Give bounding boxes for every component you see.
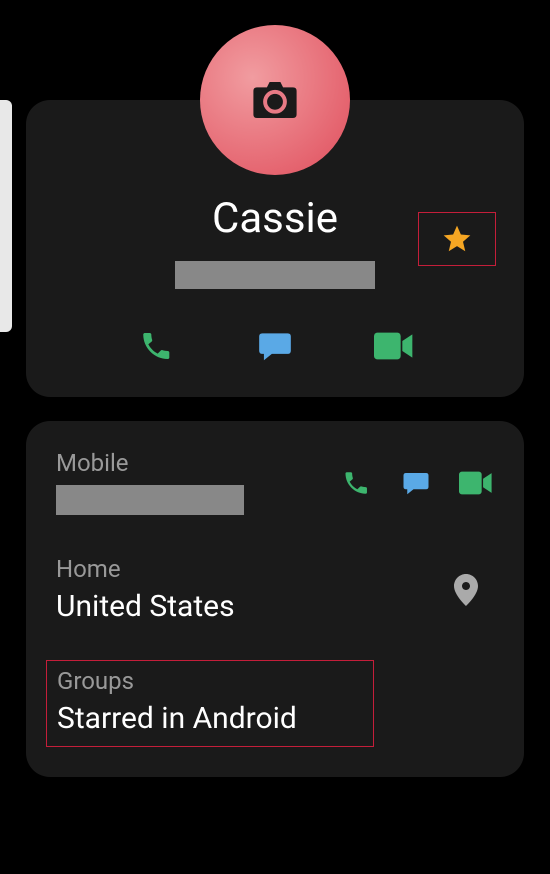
phone-icon: [139, 329, 173, 363]
video-call-button[interactable]: [373, 325, 415, 367]
redacted-mobile-number: [56, 485, 244, 515]
star-icon[interactable]: [441, 223, 473, 255]
home-section: Home United States: [56, 555, 494, 624]
contact-details-card: Mobile Home Un: [26, 421, 524, 777]
mobile-message-button[interactable]: [398, 465, 434, 501]
mobile-video-button[interactable]: [458, 465, 494, 501]
groups-label: Groups: [57, 667, 363, 695]
message-button[interactable]: [254, 325, 296, 367]
location-pin-icon: [454, 574, 478, 606]
mobile-call-button[interactable]: [338, 465, 374, 501]
camera-icon: [253, 82, 297, 118]
redacted-secondary-text: [175, 261, 375, 289]
favorite-highlight-box: [418, 212, 496, 266]
message-icon: [401, 468, 431, 498]
call-button[interactable]: [135, 325, 177, 367]
video-icon: [459, 471, 493, 495]
groups-value: Starred in Android: [57, 701, 363, 736]
contact-actions-row: [56, 317, 494, 367]
phone-icon: [342, 469, 370, 497]
contact-header-card: Cassie: [26, 100, 524, 397]
location-button[interactable]: [450, 570, 482, 610]
mobile-section: Mobile: [56, 449, 494, 515]
scroll-indicator[interactable]: [0, 100, 12, 332]
video-icon: [374, 331, 414, 361]
contact-name: Cassie: [212, 194, 338, 243]
home-value: United States: [56, 589, 450, 624]
message-icon: [256, 327, 294, 365]
contact-avatar[interactable]: [200, 25, 350, 175]
mobile-label: Mobile: [56, 449, 338, 477]
groups-highlight-box: Groups Starred in Android: [46, 660, 374, 747]
home-label: Home: [56, 555, 450, 583]
